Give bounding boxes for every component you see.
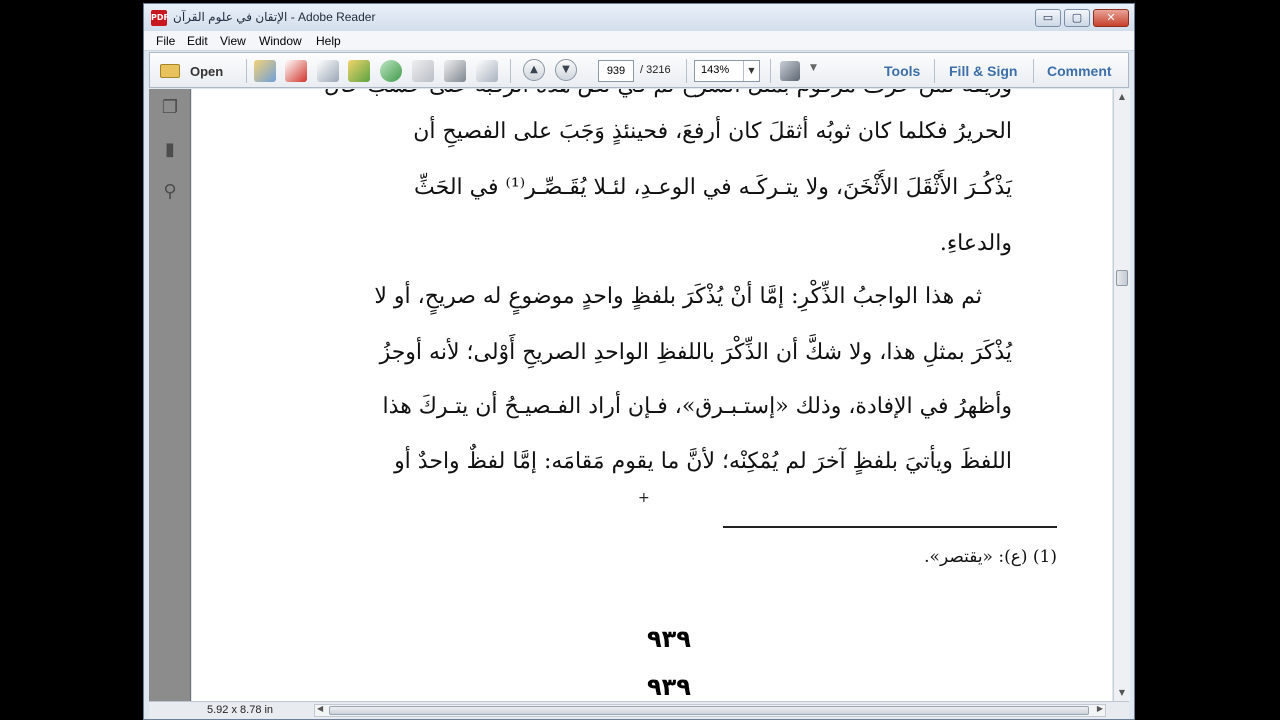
zoom-select[interactable]: 143% ▼ [694,60,760,82]
text-line: اللفظَ ويأتيَ بلفظٍ آخرَ لم يُمْكِنْه؛ ل… [394,449,1012,474]
tools-button[interactable]: Tools [884,63,920,79]
toolbar-divider [1033,59,1034,83]
next-page-button[interactable]: ▼ [555,59,577,81]
toolbar-divider [510,59,511,83]
footnote: (1) (ع): «يقتصر». [924,547,1057,567]
zoom-value: 143% [701,64,730,76]
page-thumbnails-icon[interactable]: ❐ [159,97,181,119]
minimize-button[interactable]: ▭ [1035,9,1061,27]
previous-page-button[interactable]: ▲ [523,59,545,81]
scroll-right-icon[interactable]: ▶ [1097,704,1103,713]
open-button[interactable]: Open [154,58,228,84]
menu-edit[interactable]: Edit [187,34,208,48]
toolbar-divider [934,59,935,83]
crosshair-cursor-icon: + [638,490,650,506]
page-number: ٩٣٩ [647,625,691,653]
maximize-button[interactable]: ▢ [1064,9,1090,27]
horizontal-scrollbar[interactable]: ◀ ▶ [314,704,1106,717]
navigation-panel: ❐ ▮ ⚲ [149,89,191,701]
chevron-down-icon[interactable]: ▼ [743,61,759,81]
status-bar: 5.92 x 8.78 in ◀ ▶ [149,701,1129,719]
text-line: والدعاءِ. [939,231,1012,256]
page-number-input[interactable]: 939 [598,60,634,82]
toolbar: Open ▲ ▼ 939 / 3216 143% ▼ ▼ Tools Fill … [149,52,1129,88]
text-line: الحريرُ فكلما كان ثوبُه أثقلَ كان أرفعَ،… [413,119,1012,144]
horizontal-scroll-thumb[interactable] [329,706,1089,715]
email-icon[interactable] [476,60,498,82]
window-title: الإتقان في علوم القرآن - Adobe Reader [173,10,376,24]
page-number: ٩٣٩ [647,673,691,701]
export-pdf-icon[interactable] [285,60,307,82]
bookmarks-icon[interactable]: ▮ [159,139,181,161]
scroll-down-icon[interactable]: ▼ [1114,685,1130,701]
create-pdf-icon[interactable] [254,60,276,82]
text-line: ثم هذا الواجبُ الذِّكْرِ: إمَّا أنْ يُذْ… [374,284,982,309]
maximize-icon: ▢ [1071,11,1083,24]
minimize-icon: ▭ [1042,11,1054,24]
print-icon[interactable] [444,60,466,82]
pdf-app-icon: PDF [151,10,169,26]
text-line: وأظهرُ في الإفادة، وذلك «إستـبـرق»، فـإن… [382,394,1012,419]
footnote-divider [723,526,1057,528]
menu-bar: File Edit View Window Help [144,31,1134,51]
toolbar-divider [246,59,247,83]
toolbar-divider [770,59,771,83]
share-folder-icon[interactable] [348,60,370,82]
text-line: يُذْكَرَ بمثلِ هذا، ولا شكَّ أن الذِّكْر… [379,340,1012,365]
page-size: 5.92 x 8.78 in [207,704,274,716]
menu-view[interactable]: View [220,34,246,48]
fill-sign-button[interactable]: Fill & Sign [949,63,1017,79]
scroll-up-icon[interactable]: ▲ [1114,89,1130,105]
save-icon[interactable] [412,60,434,82]
upload-cloud-icon[interactable] [380,60,402,82]
toolbar-divider [686,59,687,83]
close-button[interactable]: ✕ [1093,9,1129,27]
menu-file[interactable]: File [156,34,175,48]
fit-page-icon[interactable] [780,61,800,81]
folder-icon [160,64,180,78]
vertical-scrollbar[interactable]: ▲ ▼ [1113,89,1130,701]
edit-pdf-icon[interactable] [317,60,339,82]
toolbar-overflow-icon[interactable]: ▼ [810,63,817,73]
close-icon: ✕ [1106,11,1116,24]
menu-help[interactable]: Help [316,34,341,48]
reader-window: PDF الإتقان في علوم القرآن - Adobe Reade… [143,3,1135,720]
arrow-up-icon: ▲ [530,64,538,75]
text-line: يَذْكُـرَ الأَثْقَلَ الأَثْخَنَ، ولا يتـ… [414,175,1012,200]
text-line: وريقة لمن حرف مرقوم بمثل الشرح لم في نص … [278,89,1012,98]
comment-button[interactable]: Comment [1047,63,1112,79]
arrow-down-icon: ▼ [562,64,570,75]
attachments-icon[interactable]: ⚲ [159,181,181,203]
scroll-left-icon[interactable]: ◀ [317,704,323,713]
document-view[interactable]: وريقة لمن حرف مرقوم بمثل الشرح لم في نص … [192,89,1112,701]
open-label: Open [190,63,224,79]
page-total: / 3216 [640,64,671,76]
menu-window[interactable]: Window [259,34,302,48]
vertical-scroll-thumb[interactable] [1116,270,1128,286]
title-bar[interactable]: PDF الإتقان في علوم القرآن - Adobe Reade… [144,4,1134,31]
